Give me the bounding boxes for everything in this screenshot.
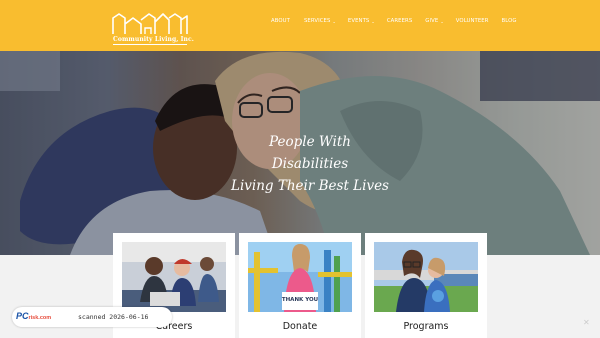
card-programs-label: Programs [403, 321, 449, 332]
hero-title-line1: People With Disabilities [269, 134, 351, 172]
main-nav: ABOUT SERVICES ⌄ EVENTS ⌄ CAREERS GIVE ⌄… [271, 16, 517, 26]
logo[interactable]: Community Living, Inc. [111, 10, 194, 45]
card-donate-photo: THANK YOU [248, 242, 352, 312]
card-donate-label: Donate [282, 321, 318, 332]
logo-underline [113, 44, 187, 45]
nav-events-label: EVENTS [347, 18, 370, 24]
logo-text: Community Living, Inc. [113, 36, 194, 43]
nav-blog[interactable]: BLOG [502, 18, 517, 24]
nav-give[interactable]: GIVE ⌄ [425, 18, 444, 24]
nav-services[interactable]: SERVICES ⌄ [304, 18, 336, 24]
nav-events[interactable]: EVENTS ⌄ [348, 18, 375, 24]
chevron-down-icon: ⌄ [440, 18, 444, 24]
page: Community Living, Inc. ABOUT SERVICES ⌄ … [0, 0, 600, 338]
nav-careers-label: CAREERS [386, 18, 413, 24]
card-donate[interactable]: THANK YOU Donate [239, 233, 361, 338]
scan-date-text: scanned 2026-06-16 [78, 313, 149, 321]
nav-careers[interactable]: CAREERS [387, 18, 412, 24]
card-programs[interactable]: Programs [365, 233, 487, 338]
careers-image [122, 242, 226, 312]
card-programs-photo [374, 242, 478, 312]
corner-arrow-icon: ✕ [583, 318, 590, 327]
nav-blog-label: BLOG [501, 18, 517, 24]
hero-title-line2: Living Their Best Lives [231, 178, 389, 194]
pcrisk-logo: PCrisk.com [16, 311, 51, 321]
thank-you-sign-text: THANK YOU [282, 297, 318, 303]
chevron-down-icon: ⌄ [371, 18, 375, 24]
nav-volunteer-label: VOLUNTEER [455, 18, 489, 24]
scan-watermark: PCrisk.com scanned 2026-06-16 [12, 307, 172, 327]
hero-banner: People With Disabilities Living Their Be… [0, 51, 600, 255]
nav-volunteer[interactable]: VOLUNTEER [456, 18, 489, 24]
site-header: Community Living, Inc. ABOUT SERVICES ⌄ … [0, 0, 600, 51]
nav-about-label: ABOUT [271, 18, 290, 24]
nav-services-label: SERVICES [303, 18, 331, 24]
logo-skyline-icon [112, 13, 188, 34]
hero-title: People With Disabilities Living Their Be… [230, 131, 390, 197]
card-careers-photo [122, 242, 226, 312]
nav-give-label: GIVE [425, 18, 439, 24]
donate-image: THANK YOU [248, 242, 352, 312]
chevron-down-icon: ⌄ [332, 18, 336, 24]
programs-image [374, 242, 478, 312]
nav-about[interactable]: ABOUT [271, 18, 290, 24]
pcrisk-suffix: risk.com [28, 315, 52, 321]
pcrisk-brand: PC [16, 311, 29, 321]
